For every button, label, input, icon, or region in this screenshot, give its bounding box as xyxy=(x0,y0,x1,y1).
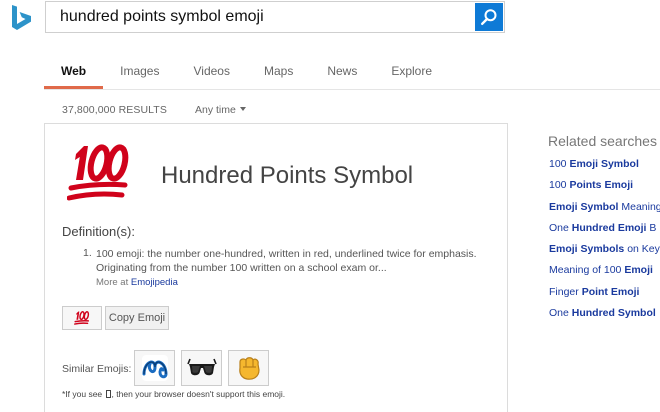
tab-web[interactable]: Web xyxy=(44,56,104,89)
related-search-item[interactable]: Meaning of 100 Emoji xyxy=(549,264,660,285)
emoji-support-footnote: *If you see , then your browser doesn't … xyxy=(62,389,285,399)
results-count: 37,800,000 RESULTS xyxy=(62,104,167,116)
search-box xyxy=(45,1,505,33)
related-search-item[interactable]: Finger Point Emoji xyxy=(549,286,660,307)
copy-emoji-button[interactable]: Copy Emoji xyxy=(105,306,169,330)
search-icon xyxy=(481,9,497,26)
more-at-line: More at Emojipedia xyxy=(96,277,178,288)
related-search-item[interactable]: 100 Emoji Symbol xyxy=(549,158,660,179)
hundred-points-emoji-icon xyxy=(66,140,131,206)
search-button[interactable] xyxy=(475,3,503,31)
emoji-preview-button[interactable] xyxy=(62,306,102,330)
definition-number: 1. xyxy=(83,247,92,259)
unsupported-glyph-icon xyxy=(105,390,111,398)
time-filter-dropdown[interactable]: Any time xyxy=(195,104,246,116)
related-search-item[interactable]: One Hundred Emoji B xyxy=(549,222,660,243)
card-title: Hundred Points Symbol xyxy=(161,162,414,189)
tab-images[interactable]: Images xyxy=(103,56,176,89)
similar-emojis-label: Similar Emojis: xyxy=(62,363,132,375)
definitions-heading: Definition(s): xyxy=(62,224,135,239)
hundred-points-emoji-small-icon xyxy=(74,311,90,325)
similar-emoji-sunglasses[interactable] xyxy=(181,350,222,386)
related-search-item[interactable]: Emoji Symbols on Key xyxy=(549,243,660,264)
tab-maps[interactable]: Maps xyxy=(247,56,310,89)
related-search-item[interactable]: 100 Points Emoji xyxy=(549,179,660,200)
double-curly-loop-icon xyxy=(141,355,168,381)
bing-logo-icon xyxy=(12,5,31,30)
search-input[interactable] xyxy=(46,2,474,32)
time-filter-label: Any time xyxy=(195,104,236,116)
emoji-answer-card: Hundred Points Symbol Definition(s): 1. … xyxy=(44,123,508,412)
related-search-item[interactable]: One Hundred Symbol xyxy=(549,307,660,328)
tab-news[interactable]: News xyxy=(310,56,374,89)
footnote-prefix: *If you see xyxy=(62,389,103,399)
chevron-down-icon xyxy=(239,107,246,112)
definition-text: 100 emoji: the number one-hundred, writt… xyxy=(96,248,477,274)
more-at-prefix: More at xyxy=(96,277,129,288)
tab-videos[interactable]: Videos xyxy=(176,56,246,89)
tab-explore[interactable]: Explore xyxy=(374,56,449,89)
related-search-item[interactable]: Emoji Symbol Meaning xyxy=(549,201,660,222)
sunglasses-icon xyxy=(186,358,217,376)
similar-emoji-curly-loop[interactable] xyxy=(134,350,175,386)
fisted-hand-icon xyxy=(238,357,260,380)
related-searches-heading: Related searches xyxy=(548,133,657,149)
related-searches-list: 100 Emoji Symbol 100 Points Emoji Emoji … xyxy=(549,158,660,328)
tabs-divider xyxy=(44,89,660,90)
search-tabs: Web Images Videos Maps News Explore xyxy=(44,56,449,89)
similar-emoji-fist[interactable] xyxy=(228,350,269,386)
bing-logo[interactable] xyxy=(10,4,36,32)
footnote-suffix: , then your browser doesn't support this… xyxy=(111,389,286,399)
emojipedia-link[interactable]: Emojipedia xyxy=(131,277,178,288)
bing-results-page: Web Images Videos Maps News Explore 37,8… xyxy=(0,0,660,412)
